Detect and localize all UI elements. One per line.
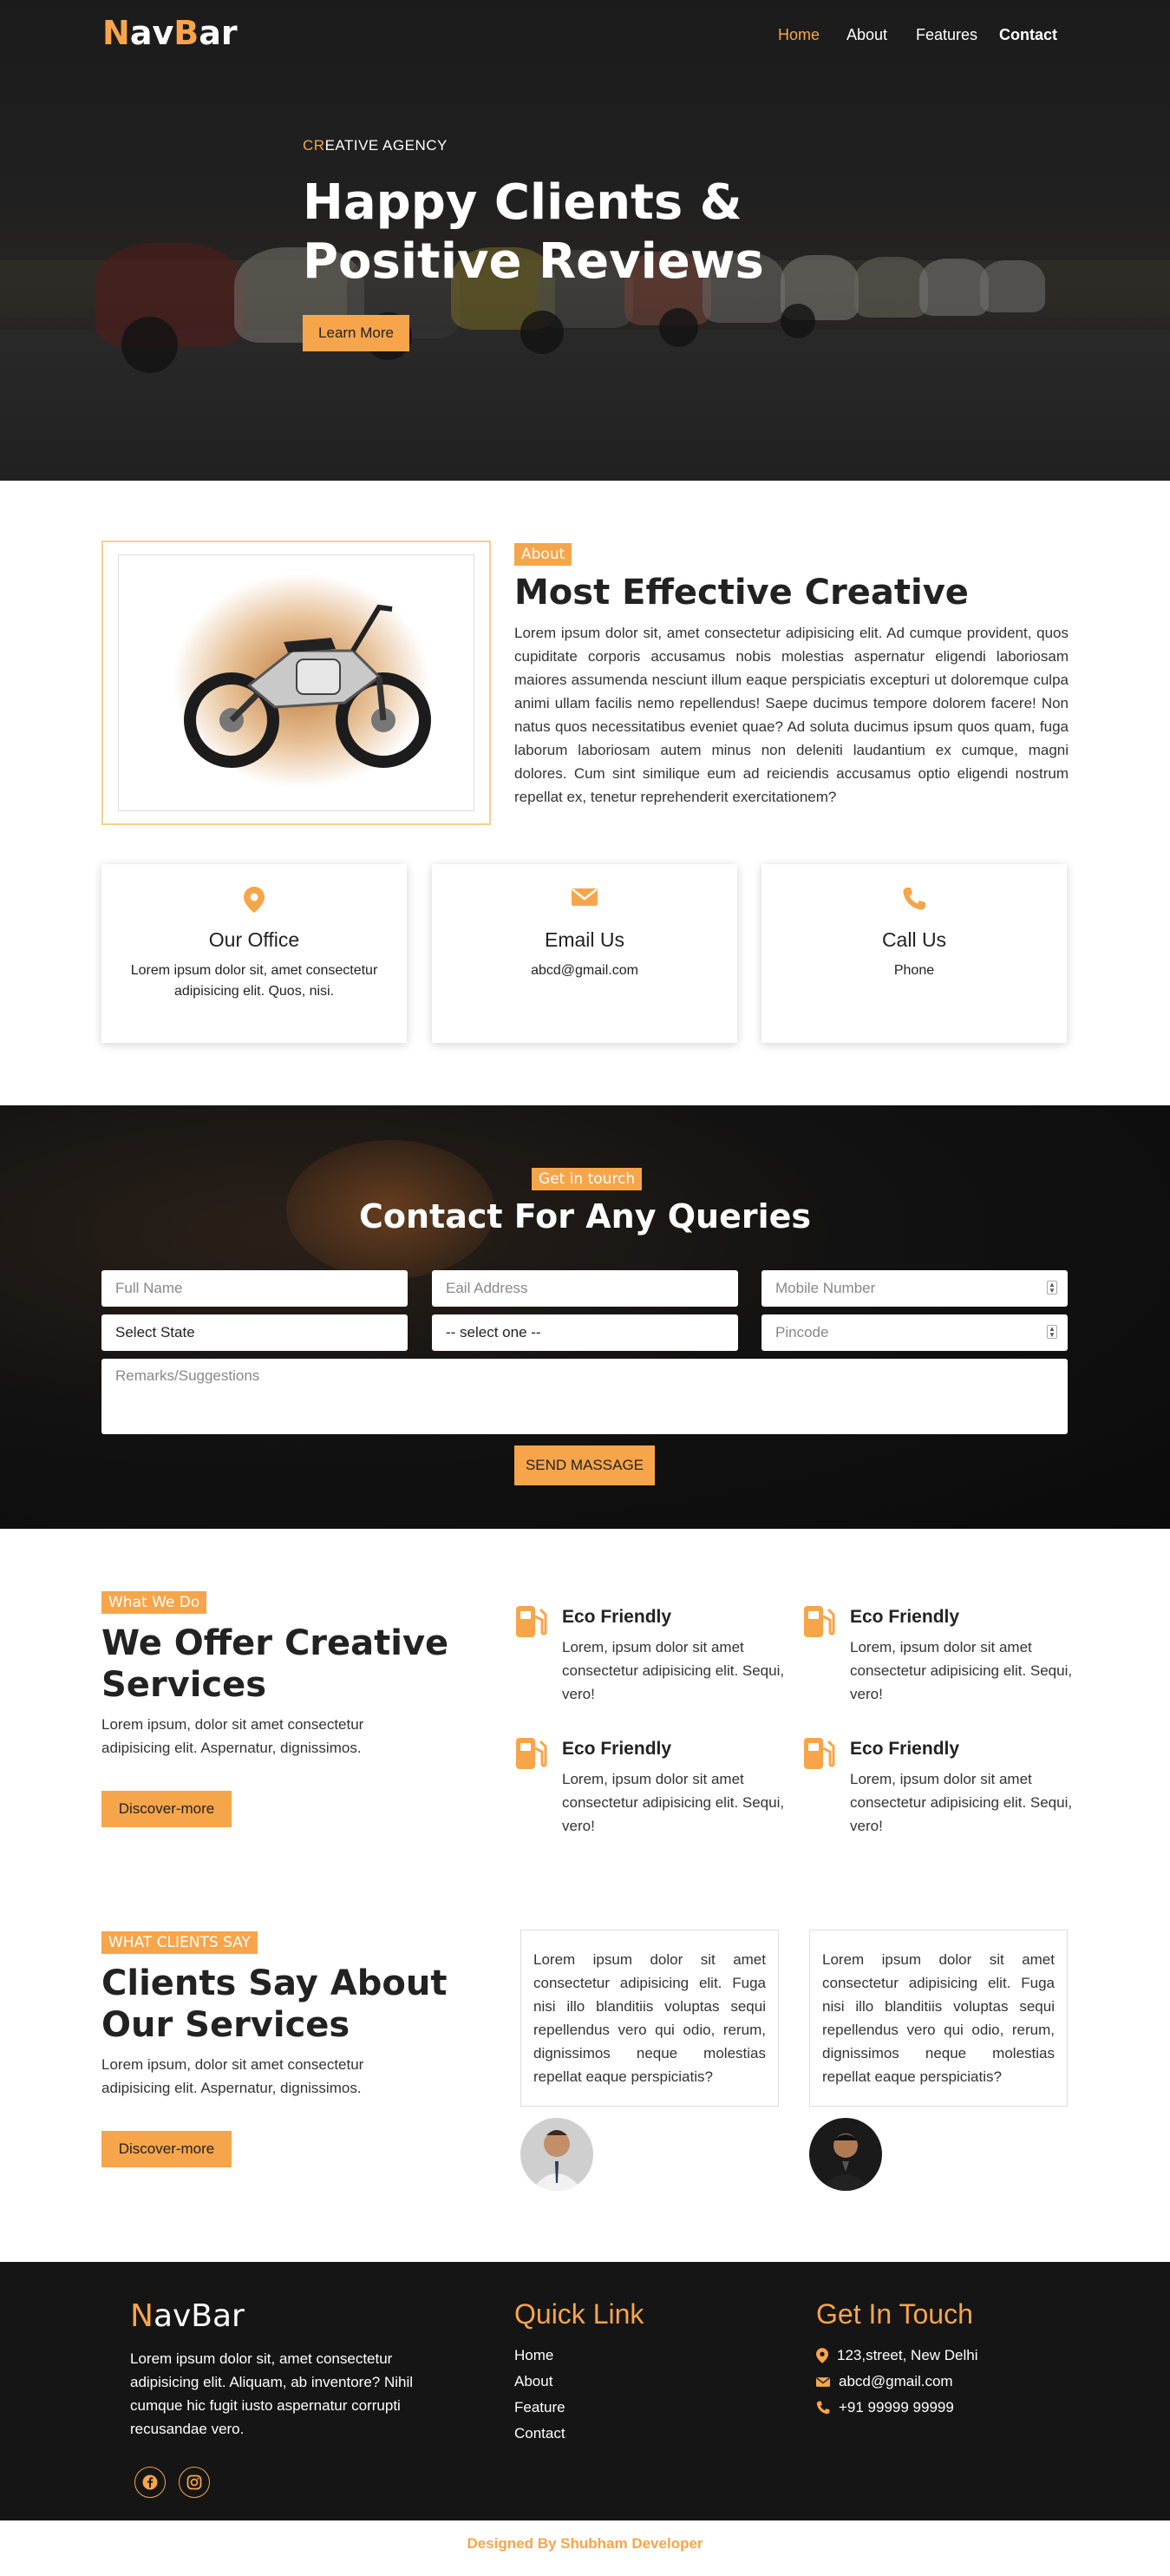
pincode-input[interactable]: Pincode ▲ ▼ — [761, 1314, 1068, 1351]
option-select[interactable]: -- select one -- — [432, 1314, 738, 1351]
about-tag: About — [514, 543, 572, 566]
footer-address-text: 123,street, New Delhi — [837, 2347, 978, 2363]
hero-subtitle: CREATIVE AGENCY — [303, 137, 448, 154]
brand-initial: B — [173, 14, 199, 52]
nav-contact[interactable]: Contact — [999, 26, 1057, 44]
about-text: Lorem ipsum dolor sit, amet consectetur … — [514, 625, 1069, 805]
location-pin-icon — [101, 887, 407, 913]
office-card: Our Office Lorem ipsum dolor sit, amet c… — [101, 864, 407, 1043]
phone-icon — [816, 2401, 830, 2415]
office-card-detail: Lorem ipsum dolor sit, amet consectetur … — [130, 963, 378, 999]
service-text: Lorem, ipsum dolor sit amet consectetur … — [850, 1771, 1073, 1834]
instagram-icon[interactable] — [179, 2467, 210, 2498]
number-spinner-icon[interactable]: ▲ ▼ — [1047, 1281, 1057, 1295]
footer-brand-initial: N — [130, 2298, 154, 2334]
fuel-pump-icon — [802, 1604, 835, 1643]
about-image — [118, 554, 474, 811]
about-image-frame — [101, 541, 491, 825]
designer-credit: Designed By Shubham Developer — [467, 2535, 703, 2552]
footer-email[interactable]: abcd@gmail.com — [816, 2373, 953, 2390]
call-card-detail[interactable]: Phone — [761, 960, 1067, 981]
call-card: Call Us Phone — [761, 864, 1067, 1043]
email-card-title: Email Us — [544, 928, 624, 951]
office-card-title: Our Office — [208, 928, 300, 951]
brand-initial: N — [102, 14, 130, 52]
brand-text: ar — [199, 14, 238, 52]
footer-phone-text: +91 99999 99999 — [839, 2399, 954, 2415]
testimonials-title: Clients Say About Our Services — [101, 1963, 448, 2045]
nav-about[interactable]: About — [846, 26, 887, 44]
fuel-pump-icon — [514, 1604, 547, 1643]
footer-link-home[interactable]: Home — [514, 2347, 553, 2364]
envelope-icon — [432, 887, 737, 913]
email-input[interactable]: Eail Address — [432, 1270, 738, 1307]
learn-more-button[interactable]: Learn More — [303, 315, 409, 351]
location-pin-icon — [816, 2348, 828, 2363]
hero-subtitle-rest: EATIVE AGENCY — [324, 137, 448, 154]
footer-phone[interactable]: +91 99999 99999 — [816, 2399, 954, 2416]
get-in-touch-title: Get In Touch — [816, 2298, 973, 2330]
brand-text: av — [129, 14, 174, 52]
service-title: Eco Friendly — [850, 1739, 960, 1759]
call-card-title: Call Us — [881, 928, 947, 951]
services-title: We Offer Creative Services — [101, 1623, 449, 1705]
envelope-icon — [816, 2376, 830, 2387]
mobile-placeholder: Mobile Number — [775, 1280, 876, 1296]
fuel-pump-icon — [514, 1736, 547, 1775]
service-text: Lorem, ipsum dolor sit amet consectetur … — [562, 1639, 785, 1702]
service-text: Lorem, ipsum dolor sit amet consectetur … — [850, 1639, 1073, 1702]
footer: NavBar Lorem ipsum dolor sit, amet conse… — [0, 2262, 1170, 2520]
services-tag: What We Do — [101, 1591, 207, 1614]
phone-icon — [761, 887, 1067, 913]
service-title: Eco Friendly — [850, 1607, 960, 1627]
testimonial-card: Lorem ipsum dolor sit amet consectetur a… — [809, 1930, 1068, 2107]
testimonials-discover-button[interactable]: Discover-more — [101, 2131, 232, 2167]
testimonial-card: Lorem ipsum dolor sit amet consectetur a… — [520, 1930, 779, 2107]
service-title: Eco Friendly — [562, 1607, 672, 1627]
nav-features[interactable]: Features — [916, 26, 977, 44]
quick-link-title: Quick Link — [514, 2298, 644, 2330]
number-spinner-icon[interactable]: ▲ ▼ — [1047, 1325, 1057, 1339]
testimonials-text: Lorem ipsum, dolor sit amet consectetur … — [101, 2056, 364, 2096]
hero-title: Happy Clients & Positive Reviews — [303, 174, 764, 290]
footer-text: Lorem ipsum dolor sit, amet consectetur … — [130, 2350, 414, 2437]
send-message-button[interactable]: SEND MASSAGE — [514, 1445, 655, 1485]
services-discover-button[interactable]: Discover-more — [101, 1791, 232, 1827]
services-text: Lorem ipsum, dolor sit amet consectetur … — [101, 1716, 364, 1756]
testimonials-tag: WHAT CLIENTS SAY — [101, 1931, 258, 1954]
facebook-icon[interactable] — [134, 2467, 166, 2498]
contact-title: Contact For Any Queries — [358, 1197, 811, 1236]
mobile-input[interactable]: Mobile Number ▲ ▼ — [761, 1270, 1068, 1307]
hero-section: NavBar Home About Features Contact CREAT… — [0, 0, 1170, 481]
service-text: Lorem, ipsum dolor sit amet consectetur … — [562, 1771, 785, 1834]
remarks-textarea[interactable]: Remarks/Suggestions — [101, 1359, 1068, 1434]
footer-link-about[interactable]: About — [514, 2373, 552, 2390]
footer-brand-text: avBar — [153, 2298, 245, 2334]
hero-subtitle-accent: CR — [303, 137, 325, 154]
email-card-detail[interactable]: abcd@gmail.com — [432, 960, 737, 981]
avatar — [809, 2118, 882, 2191]
pincode-placeholder: Pincode — [775, 1324, 829, 1340]
footer-link-contact[interactable]: Contact — [514, 2425, 565, 2442]
email-card: Email Us abcd@gmail.com — [432, 864, 737, 1043]
navbar-brand[interactable]: NavBar — [102, 14, 238, 52]
contact-tag: Get in tourch — [532, 1168, 643, 1190]
service-title: Eco Friendly — [562, 1739, 672, 1759]
nav-home[interactable]: Home — [778, 26, 820, 44]
footer-link-feature[interactable]: Feature — [514, 2399, 565, 2416]
fuel-pump-icon — [802, 1736, 835, 1775]
footer-brand[interactable]: NavBar — [130, 2298, 245, 2334]
footer-address: 123,street, New Delhi — [816, 2347, 978, 2364]
about-title: Most Effective Creative — [514, 573, 969, 613]
full-name-input[interactable]: Full Name — [101, 1270, 408, 1307]
state-select[interactable]: Select State — [101, 1314, 408, 1351]
avatar — [520, 2118, 593, 2191]
motorcycle-illustration — [184, 604, 431, 768]
footer-email-text: abcd@gmail.com — [839, 2373, 953, 2389]
